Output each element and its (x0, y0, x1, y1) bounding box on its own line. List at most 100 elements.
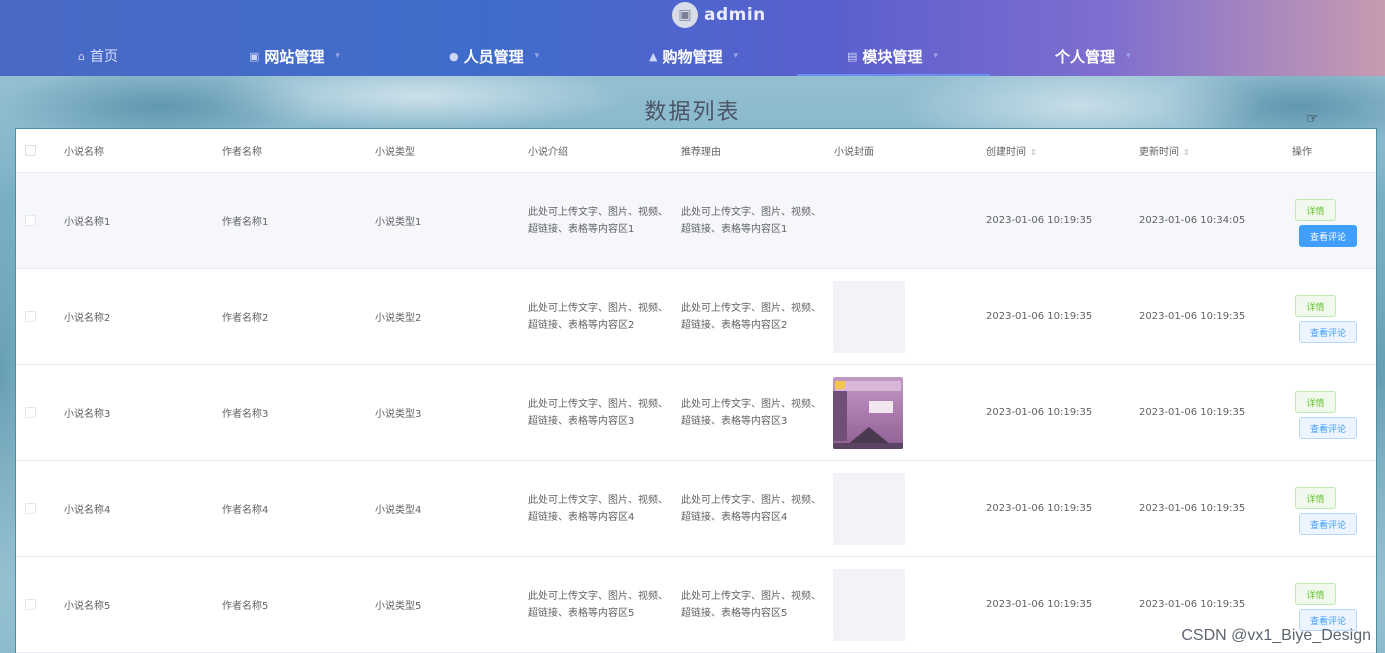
nav-item-modules[interactable]: ▤ 模块管理 ▾ (797, 36, 990, 76)
cell-author: 作者名称3 (222, 409, 269, 420)
bag-icon: ▲ (649, 49, 658, 63)
view-comments-button[interactable]: 查看评论 (1299, 321, 1357, 343)
nav-item-label: 首页 (89, 49, 118, 65)
cover-base (833, 442, 903, 449)
cover-image-placeholder (833, 472, 905, 545)
detail-button[interactable]: 详情 (1295, 391, 1336, 413)
detail-button[interactable]: 详情 (1295, 487, 1336, 509)
nav-item-label: 人员管理 (463, 47, 524, 66)
nav-item-home[interactable]: ⌂ 首页 (78, 36, 118, 76)
cell-author: 作者名称2 (222, 313, 269, 324)
row-checkbox[interactable] (25, 311, 36, 322)
cell-name: 小说名称2 (64, 313, 111, 324)
cell-reason: 此处可上传文字、图片、视频、超链接、表格等内容区1 (681, 206, 821, 235)
nav-item-label: 模块管理 (862, 47, 923, 66)
view-comments-button[interactable]: 查看评论 (1299, 513, 1357, 535)
table-row[interactable]: 小说名称1 作者名称1 小说类型1 此处可上传文字、图片、视频、超链接、表格等内… (16, 173, 1376, 269)
cell-name: 小说名称4 (64, 505, 111, 516)
column-header-label: 创建时间 (986, 147, 1026, 158)
cell-updated: 2023-01-06 10:19:35 (1139, 503, 1246, 514)
cell-created: 2023-01-06 10:19:35 (986, 407, 1093, 418)
table-header: 小说名称 作者名称 小说类型 小说介绍 推荐理由 小说封面 创建时间 ⇕ 更新时间… (16, 129, 1376, 173)
cover-image-placeholder (833, 568, 905, 641)
column-header-created[interactable]: 创建时间 ⇕ (986, 143, 1037, 158)
column-header-cover: 小说封面 (834, 147, 874, 158)
avatar-icon[interactable]: ▣ (672, 2, 698, 28)
chevron-down-icon: ▾ (1126, 51, 1131, 61)
cell-updated: 2023-01-06 10:19:35 (1139, 599, 1246, 610)
row-checkbox[interactable] (25, 503, 36, 514)
data-table: 小说名称 作者名称 小说类型 小说介绍 推荐理由 小说封面 创建时间 ⇕ 更新时间… (15, 128, 1377, 653)
cell-reason: 此处可上传文字、图片、视频、超链接、表格等内容区4 (681, 494, 821, 523)
select-all-checkbox[interactable] (25, 145, 36, 156)
cell-type: 小说类型1 (375, 217, 422, 228)
cell-intro: 此处可上传文字、图片、视频、超链接、表格等内容区4 (528, 494, 668, 523)
cell-type: 小说类型4 (375, 505, 422, 516)
chevron-down-icon: ▾ (335, 51, 340, 61)
sort-icon[interactable]: ⇕ (1183, 148, 1190, 157)
nav-item-shopping[interactable]: ▲ 购物管理 ▾ (649, 36, 738, 76)
row-checkbox[interactable] (25, 407, 36, 418)
nav-item-personal[interactable]: 个人管理 ▾ (1055, 36, 1131, 76)
cell-intro: 此处可上传文字、图片、视频、超链接、表格等内容区5 (528, 590, 668, 619)
cell-reason: 此处可上传文字、图片、视频、超链接、表格等内容区2 (681, 302, 821, 331)
home-icon: ⌂ (78, 49, 85, 63)
cell-name: 小说名称1 (64, 217, 111, 228)
column-header-reason: 推荐理由 (681, 147, 721, 158)
top-nav: ⌂ 首页 ▣ 网站管理 ▾ ● 人员管理 ▾ ▲ 购物管理 ▾ ▤ 模块管理 ▾… (0, 36, 1385, 76)
cell-type: 小说类型5 (375, 601, 422, 612)
sort-icon[interactable]: ⇕ (1030, 148, 1037, 157)
table-row[interactable]: 小说名称4 作者名称4 小说类型4 此处可上传文字、图片、视频、超链接、表格等内… (16, 461, 1376, 557)
cell-author: 作者名称4 (222, 505, 269, 516)
table-row[interactable]: 小说名称2 作者名称2 小说类型2 此处可上传文字、图片、视频、超链接、表格等内… (16, 269, 1376, 365)
user-icon: ● (449, 49, 459, 63)
chevron-down-icon: ▾ (534, 51, 540, 61)
cell-created: 2023-01-06 10:19:35 (986, 215, 1093, 226)
page-title: 数据列表 (644, 100, 741, 125)
nav-item-website[interactable]: ▣ 网站管理 ▾ (249, 36, 340, 76)
detail-button[interactable]: 详情 (1295, 199, 1336, 221)
column-header-actions: 操作 (1292, 147, 1312, 158)
cell-updated: 2023-01-06 10:19:35 (1139, 311, 1246, 322)
brand-name: admin (704, 5, 766, 25)
cell-created: 2023-01-06 10:19:35 (986, 311, 1093, 322)
cell-reason: 此处可上传文字、图片、视频、超链接、表格等内容区3 (681, 398, 821, 427)
detail-button[interactable]: 详情 (1295, 295, 1336, 317)
detail-button[interactable]: 详情 (1295, 583, 1336, 605)
chevron-down-icon: ▾ (933, 51, 938, 61)
view-comments-button[interactable]: 查看评论 (1299, 225, 1357, 247)
watermark: CSDN @vx1_Biye_Design (1181, 627, 1371, 644)
cell-name: 小说名称3 (64, 409, 111, 420)
nav-item-label: 个人管理 (1055, 47, 1116, 66)
cover-spine (833, 390, 847, 441)
cell-intro: 此处可上传文字、图片、视频、超链接、表格等内容区2 (528, 302, 668, 331)
column-header-updated[interactable]: 更新时间 ⇕ (1139, 143, 1190, 158)
cover-tag (835, 380, 845, 389)
table-row[interactable]: 小说名称5 作者名称5 小说类型5 此处可上传文字、图片、视频、超链接、表格等内… (16, 557, 1376, 653)
cell-created: 2023-01-06 10:19:35 (986, 503, 1093, 514)
chevron-down-icon: ▾ (733, 51, 739, 61)
grid-icon: ▤ (847, 49, 858, 63)
top-header: ▣ admin ⌂ 首页 ▣ 网站管理 ▾ ● 人员管理 ▾ ▲ 购物管理 ▾ … (0, 0, 1385, 76)
table-row[interactable]: 小说名称3 作者名称3 小说类型3 此处可上传文字、图片、视频、超链接、表格等内… (16, 365, 1376, 461)
cell-type: 小说类型3 (375, 409, 422, 420)
cell-updated: 2023-01-06 10:34:05 (1139, 215, 1246, 226)
book-cover-image (833, 376, 903, 449)
row-checkbox[interactable] (25, 599, 36, 610)
nav-item-personnel[interactable]: ● 人员管理 ▾ (449, 36, 539, 76)
column-header-label: 更新时间 (1139, 147, 1179, 158)
cell-updated: 2023-01-06 10:19:35 (1139, 407, 1246, 418)
view-comments-button[interactable]: 查看评论 (1299, 417, 1357, 439)
cell-type: 小说类型2 (375, 313, 422, 324)
nav-item-label: 网站管理 (264, 47, 325, 66)
row-checkbox[interactable] (25, 215, 36, 226)
cell-intro: 此处可上传文字、图片、视频、超链接、表格等内容区3 (528, 398, 668, 427)
nav-item-label: 购物管理 (662, 47, 723, 66)
cell-name: 小说名称5 (64, 601, 111, 612)
cell-created: 2023-01-06 10:19:35 (986, 599, 1093, 610)
cover-image-placeholder (833, 280, 905, 353)
mouse-cursor-icon: ☞ (1306, 111, 1319, 127)
brand[interactable]: ▣ admin (672, 0, 766, 30)
column-header-intro: 小说介绍 (528, 147, 568, 158)
cell-author: 作者名称5 (222, 601, 269, 612)
